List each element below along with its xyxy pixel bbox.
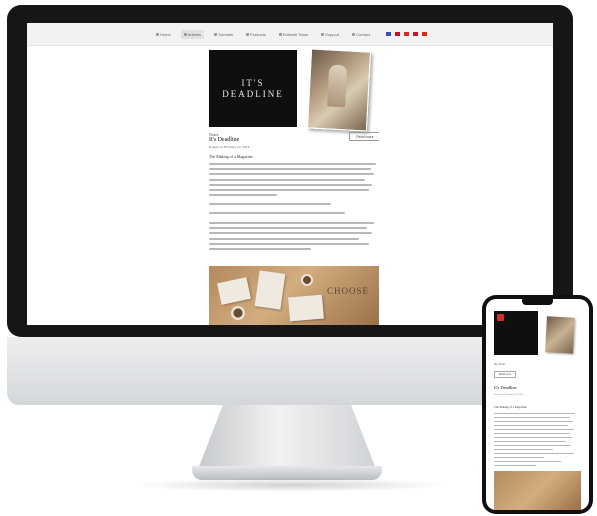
flag-icon[interactable]: [421, 32, 427, 36]
mobile-article-title: It's Deadline: [494, 385, 517, 390]
article-meta: Posted on February 22, 2018: [209, 145, 250, 149]
mobile-magazine-photo: [545, 316, 575, 354]
nav-item-contact[interactable]: Contact: [349, 30, 373, 39]
language-flags: [385, 32, 427, 36]
flag-icon[interactable]: [403, 32, 409, 36]
nav-label: Tutorials: [217, 31, 234, 37]
nav-label: Articles: [187, 31, 201, 37]
mail-icon: [352, 32, 356, 36]
magazine-photo: [306, 48, 372, 132]
flag-icon[interactable]: [412, 32, 418, 36]
mobile-display: By Notes Read more It's Deadline Posted …: [486, 299, 589, 510]
nav-item-articles[interactable]: Articles: [180, 29, 204, 39]
nav-label: Products: [250, 31, 266, 37]
box-icon: [246, 32, 250, 36]
paragraph-1: [209, 163, 379, 199]
desktop-display: Home Articles Tutorials Products Editori…: [27, 23, 553, 325]
help-icon: [321, 32, 325, 36]
people-icon: [278, 32, 282, 36]
nav-bar: Home Articles Tutorials Products Editori…: [27, 23, 553, 46]
book-icon: [213, 32, 217, 36]
nav-label: Home: [160, 31, 171, 37]
mobile-article-meta: Posted on February 22, 2018: [494, 393, 523, 396]
logo-icon: [497, 314, 504, 321]
flag-icon[interactable]: [385, 32, 391, 36]
article: IT'S DEADLINE Notes It's Deadline Posted…: [209, 46, 379, 325]
nav-label: Contact: [356, 31, 370, 37]
mobile-paragraph: [494, 413, 578, 469]
phone-notch: [522, 299, 553, 305]
section-heading: The Making of a Magazine: [209, 154, 253, 159]
nav-item-tutorials[interactable]: Tutorials: [211, 30, 236, 39]
photo-caption-word: CHOOSE: [327, 286, 370, 296]
mobile-magazine-cover: [494, 311, 538, 355]
paragraph-4: [209, 222, 379, 253]
document-icon: [183, 32, 187, 36]
nav-item-products[interactable]: Products: [243, 30, 269, 39]
mobile-phone: By Notes Read more It's Deadline Posted …: [482, 295, 593, 514]
cover-title-line2: DEADLINE: [222, 88, 284, 99]
cover-title-line1: IT'S: [241, 77, 265, 88]
mobile-read-more-button[interactable]: Read more: [494, 371, 516, 378]
desktop-monitor-bezel: Home Articles Tutorials Products Editori…: [7, 5, 573, 337]
nav-item-support[interactable]: Support: [318, 30, 342, 39]
mobile-author-label: By Notes: [494, 362, 506, 366]
nav-label: Editorial Team: [282, 31, 309, 37]
nav-label: Support: [325, 31, 340, 37]
magazine-cover: IT'S DEADLINE: [209, 50, 297, 127]
article-title: It's Deadline: [209, 137, 240, 143]
mobile-workspace-photo: [494, 471, 581, 510]
home-icon: [156, 32, 160, 36]
read-more-button[interactable]: Read more: [349, 132, 379, 141]
nav-item-editorial-team[interactable]: Editorial Team: [276, 30, 311, 39]
desktop-monitor-stand: [198, 405, 376, 469]
paragraph-3: [209, 212, 379, 217]
mobile-section-heading: The Making of a Magazine: [494, 405, 527, 409]
paragraph-2: [209, 203, 379, 208]
flag-icon[interactable]: [394, 32, 400, 36]
nav-item-home[interactable]: Home: [153, 30, 174, 39]
person-figure: [327, 64, 348, 108]
workspace-photo: CHOOSE: [209, 266, 379, 325]
desktop-shadow: [130, 478, 450, 492]
